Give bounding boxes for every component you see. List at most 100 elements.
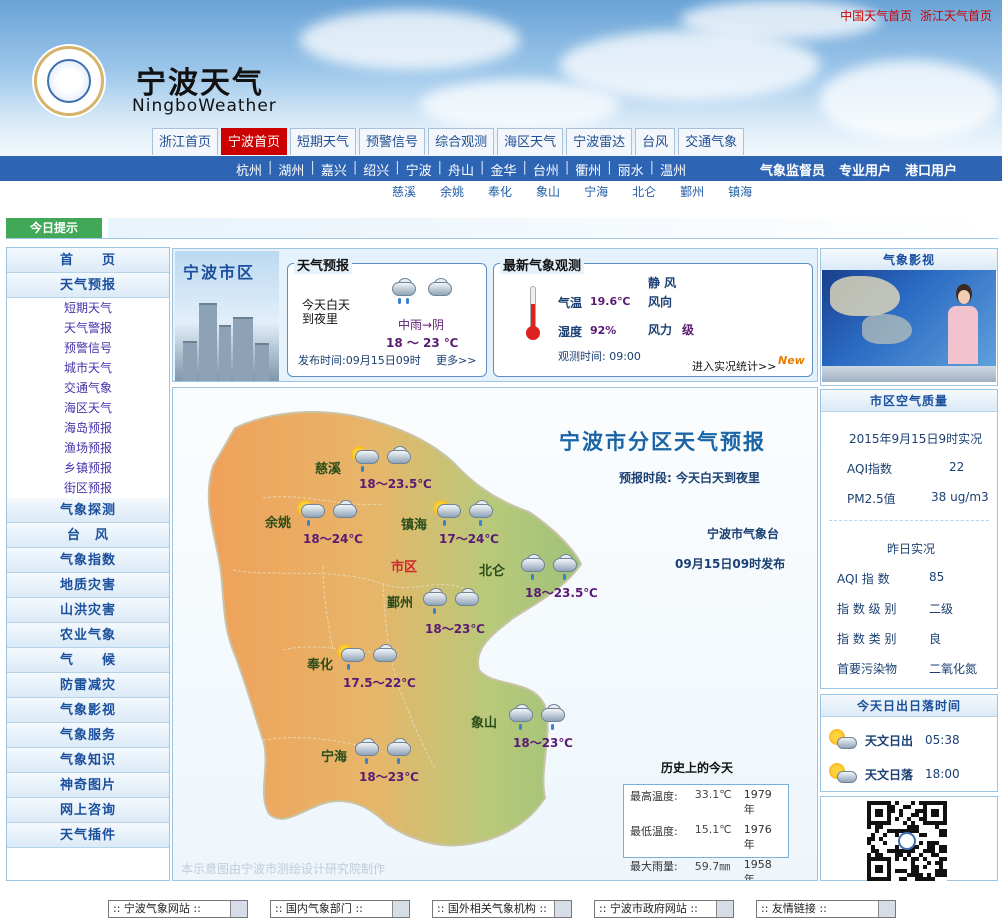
sidebar-item-8[interactable]: 海岛预报 bbox=[7, 418, 169, 438]
county-link-4[interactable]: 宁海 bbox=[584, 183, 608, 200]
obs-humidity-value: 92% bbox=[590, 324, 617, 337]
county-link-2[interactable]: 奉化 bbox=[488, 183, 512, 200]
sidebar-item-12[interactable]: 气象探测 bbox=[7, 498, 169, 523]
city-link-7[interactable]: 台州 bbox=[533, 160, 559, 179]
map-period: 预报时段: 今天白天到夜里 bbox=[619, 471, 760, 485]
sidebar-item-23[interactable]: 神奇图片 bbox=[7, 773, 169, 798]
qr-code[interactable] bbox=[867, 801, 947, 881]
link-select-1[interactable]: :: 国内气象部门 :: bbox=[270, 900, 410, 918]
map-label-yuyao[interactable]: 余姚 bbox=[265, 512, 291, 531]
weather-bureau-logo bbox=[34, 46, 104, 116]
sidebar-item-16[interactable]: 山洪灾害 bbox=[7, 598, 169, 623]
sidebar-item-25[interactable]: 天气插件 bbox=[7, 823, 169, 848]
sidebar-item-14[interactable]: 气象指数 bbox=[7, 548, 169, 573]
sky-cloud bbox=[820, 60, 1000, 140]
overcast-cloud-icon bbox=[451, 588, 481, 610]
tab-1[interactable]: 宁波首页 bbox=[221, 128, 288, 155]
city-link-9[interactable]: 丽水 bbox=[618, 160, 644, 179]
sidebar-item-13[interactable]: 台 风 bbox=[7, 523, 169, 548]
map-label-cixi[interactable]: 慈溪 bbox=[315, 458, 341, 477]
city-separator: | bbox=[437, 160, 443, 175]
sidebar-item-18[interactable]: 气 候 bbox=[7, 648, 169, 673]
history-label: 最大雨量: bbox=[630, 860, 678, 873]
link-select-2[interactable]: :: 国外相关气象机构 :: bbox=[432, 900, 572, 918]
history-year: 1979年 bbox=[743, 788, 772, 816]
user-link-2[interactable]: 港口用户 bbox=[905, 160, 957, 179]
city-link-6[interactable]: 金华 bbox=[490, 160, 516, 179]
rain-cloud-icon bbox=[388, 278, 418, 304]
county-link-3[interactable]: 象山 bbox=[536, 183, 560, 200]
rain-sun-icon bbox=[297, 500, 327, 526]
sidebar-item-9[interactable]: 渔场预报 bbox=[7, 438, 169, 458]
video-controls[interactable] bbox=[822, 366, 996, 382]
county-link-5[interactable]: 北仑 bbox=[632, 183, 656, 200]
sidebar-item-6[interactable]: 交通气象 bbox=[7, 378, 169, 398]
air-y-label: 指 数 类 别 bbox=[837, 632, 897, 646]
county-links: 慈溪 余姚 奉化 象山 宁海 北仑 鄞州 镇海 bbox=[392, 183, 752, 200]
map-label-xiangshan[interactable]: 象山 bbox=[471, 712, 497, 731]
tab-5[interactable]: 海区天气 bbox=[497, 128, 564, 155]
link-zhejiang-weather[interactable]: 浙江天气首页 bbox=[920, 9, 992, 23]
sidebar-item-21[interactable]: 气象服务 bbox=[7, 723, 169, 748]
sidebar-item-20[interactable]: 气象影视 bbox=[7, 698, 169, 723]
city-separator: | bbox=[310, 160, 315, 175]
xiangshan-weather-icons bbox=[505, 704, 567, 730]
sidebar-item-24[interactable]: 网上咨询 bbox=[7, 798, 169, 823]
sidebar-item-0[interactable]: 首 页 bbox=[7, 248, 169, 273]
user-link-0[interactable]: 气象监督员 bbox=[760, 160, 825, 179]
city-link-1[interactable]: 湖州 bbox=[278, 160, 304, 179]
link-select-0[interactable]: :: 宁波气象网站 :: bbox=[108, 900, 248, 918]
city-link-3[interactable]: 绍兴 bbox=[363, 160, 389, 179]
obs-stats-link[interactable]: 进入实况统计>> bbox=[692, 358, 776, 374]
county-link-7[interactable]: 镇海 bbox=[728, 183, 752, 200]
map-label-fenghua[interactable]: 奉化 bbox=[307, 654, 333, 673]
tab-2[interactable]: 短期天气 bbox=[290, 128, 357, 155]
tab-7[interactable]: 台风 bbox=[635, 128, 676, 155]
city-link-5[interactable]: 舟山 bbox=[448, 160, 474, 179]
sidebar-item-7[interactable]: 海区天气 bbox=[7, 398, 169, 418]
map-credit: 本示意图由宁波市测绘设计研究院制作 bbox=[181, 862, 386, 876]
link-select-4[interactable]: :: 友情链接 :: bbox=[756, 900, 896, 918]
city-link-10[interactable]: 温州 bbox=[660, 160, 686, 179]
air-aqi-value: 22 bbox=[949, 460, 965, 474]
user-link-1[interactable]: 专业用户 bbox=[839, 160, 891, 179]
map-label-zhenhai[interactable]: 镇海 bbox=[401, 514, 427, 533]
county-link-0[interactable]: 慈溪 bbox=[392, 183, 416, 200]
tab-6[interactable]: 宁波雷达 bbox=[566, 128, 633, 155]
map-label-beilun[interactable]: 北仑 bbox=[479, 560, 505, 579]
sidebar-item-3[interactable]: 天气警报 bbox=[7, 318, 169, 338]
observation-box: 最新气象观测 气温 19.6℃ 湿度 92% 静 风 风向 风力 级 观测时间:… bbox=[493, 255, 813, 377]
sidebar-item-1[interactable]: 天气预报 bbox=[7, 273, 169, 298]
sidebar-item-15[interactable]: 地质灾害 bbox=[7, 573, 169, 598]
map-label-ninghai[interactable]: 宁海 bbox=[321, 746, 347, 765]
sidebar-item-2[interactable]: 短期天气 bbox=[7, 298, 169, 318]
forecast-more-link[interactable]: 更多>> bbox=[436, 352, 476, 368]
sidebar-item-4[interactable]: 预警信号 bbox=[7, 338, 169, 358]
county-link-6[interactable]: 鄞州 bbox=[680, 183, 704, 200]
site-header: 中国天气首页 浙江天气首页 宁波天气 NingboWeather 浙江首页 宁波首… bbox=[0, 0, 1002, 156]
sidebar-item-17[interactable]: 农业气象 bbox=[7, 623, 169, 648]
link-china-weather[interactable]: 中国天气首页 bbox=[840, 9, 912, 23]
city-link-4[interactable]: 宁波 bbox=[406, 160, 432, 179]
sidebar-item-5[interactable]: 城市天气 bbox=[7, 358, 169, 378]
sidebar-item-10[interactable]: 乡镇预报 bbox=[7, 458, 169, 478]
yinzhou-weather-icons bbox=[419, 588, 481, 614]
history-row: 最大雨量: 59.7㎜ 1958年 bbox=[624, 855, 788, 880]
city-link-8[interactable]: 衢州 bbox=[575, 160, 601, 179]
map-issued: 09月15日09时发布 bbox=[675, 557, 786, 571]
link-select-3[interactable]: :: 宁波市政府网站 :: bbox=[594, 900, 734, 918]
sidebar-item-22[interactable]: 气象知识 bbox=[7, 748, 169, 773]
tab-3[interactable]: 预警信号 bbox=[359, 128, 426, 155]
tab-0[interactable]: 浙江首页 bbox=[152, 128, 219, 155]
county-link-1[interactable]: 余姚 bbox=[440, 183, 464, 200]
weather-video-thumbnail[interactable] bbox=[822, 270, 996, 366]
sidebar-item-11[interactable]: 街区预报 bbox=[7, 478, 169, 498]
city-link-2[interactable]: 嘉兴 bbox=[321, 160, 347, 179]
city-link-0[interactable]: 杭州 bbox=[236, 160, 262, 179]
map-label-downtown[interactable]: 市区 bbox=[391, 556, 417, 575]
presenter-figure bbox=[946, 284, 980, 364]
map-label-yinzhou[interactable]: 鄞州 bbox=[387, 592, 413, 611]
tab-8[interactable]: 交通气象 bbox=[678, 128, 745, 155]
tab-4[interactable]: 综合观测 bbox=[428, 128, 495, 155]
sidebar-item-19[interactable]: 防雷减灾 bbox=[7, 673, 169, 698]
